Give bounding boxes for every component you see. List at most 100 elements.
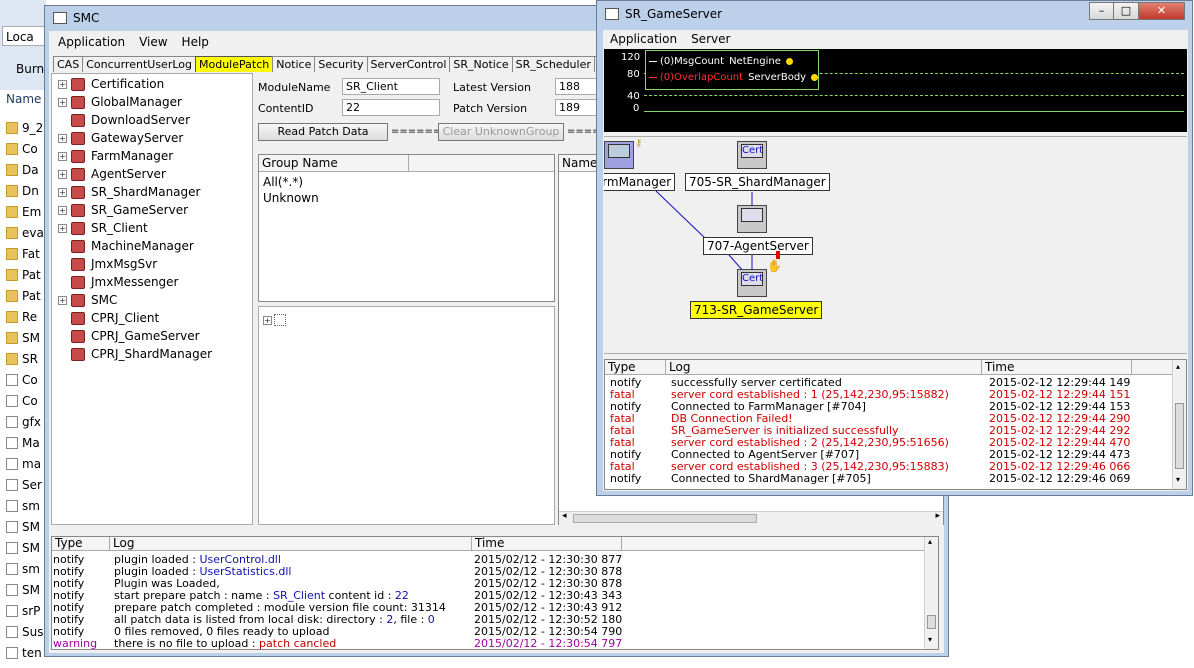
tab-modulepatch[interactable]: ModulePatch [195,56,274,72]
explorer-file-item[interactable]: gfx [6,411,46,432]
explorer-file-item[interactable]: Pat [6,264,46,285]
expand-icon[interactable]: + [58,79,67,89]
agent-computer-icon[interactable] [737,205,767,233]
tree-item[interactable]: + Certification [58,75,252,93]
tree-item[interactable]: CPRJ_ShardManager [58,345,252,363]
explorer-file-item[interactable]: sm [6,495,46,516]
name-header[interactable]: Name [559,155,599,171]
explorer-file-item[interactable]: Dn [6,180,46,201]
log-row[interactable]: fatal DB Connection Failed! 2015-02-12 12:… [605,413,1186,425]
expand-icon[interactable]: + [58,205,67,215]
scroll-down-icon[interactable]: ▾ [1176,475,1180,484]
explorer-file-item[interactable]: srP [6,600,46,621]
tree-item[interactable]: JmxMsgSvr [58,255,252,273]
latest-version-field[interactable]: 188 [555,78,599,95]
menu-application[interactable]: Application [603,32,684,46]
scroll-thumb[interactable] [573,514,757,523]
group-name-header[interactable]: Group Name [259,155,409,171]
tab-security[interactable]: Security [314,56,368,72]
log-row[interactable]: notify Connected to AgentServer [#707] 201… [605,449,1186,461]
expand-icon[interactable]: + [58,133,67,143]
explorer-file-item[interactable]: ten [6,642,46,663]
tree-item[interactable]: + SR_GameServer [58,201,252,219]
tree-item[interactable]: + SR_Client [58,219,252,237]
tree-item[interactable]: + AgentServer [58,165,252,183]
scroll-right-icon[interactable]: ▸ [935,511,940,521]
tree-item[interactable]: CPRJ_GameServer [58,327,252,345]
content-id-field[interactable]: 22 [342,99,440,116]
log-row[interactable]: fatal SR_GameServer is initialized succes… [605,425,1186,437]
explorer-file-item[interactable]: eva [6,222,46,243]
explorer-file-item[interactable]: Ma [6,432,46,453]
log-row[interactable]: fatal server cord established : 3 (25,142… [605,461,1186,473]
explorer-file-item[interactable]: Co [6,138,46,159]
expand-icon[interactable]: + [58,187,67,197]
group-row[interactable]: Unknown [263,190,550,206]
tree-item[interactable]: + GatewayServer [58,129,252,147]
group-row[interactable]: All(*.*) [263,174,550,190]
explorer-file-item[interactable]: 9_2 [6,117,46,138]
log-row[interactable]: fatal server cord established : 2 (25,142… [605,437,1186,449]
node-gameserver[interactable]: 713-SR_GameServer [690,301,823,319]
explorer-file-item[interactable]: Em [6,201,46,222]
read-patch-data-button[interactable]: Read Patch Data [258,123,388,141]
node-agentserver[interactable]: 707-AgentServer [703,237,813,255]
menu-application[interactable]: Application [51,35,132,49]
explorer-file-item[interactable]: Sus [6,621,46,642]
log-row[interactable]: notify Connected to ShardManager [#705] 20… [605,473,1186,485]
log-row[interactable]: notify prepare patch completed : module v… [52,602,938,614]
name-list-hscroll[interactable]: ◂ ▸ [559,511,943,525]
explorer-file-item[interactable]: SM [6,579,46,600]
expand-icon[interactable]: + [58,169,67,179]
menu-help[interactable]: Help [175,35,216,49]
log-time-header[interactable]: Time [472,537,622,550]
log-row[interactable]: notify 0 files removed, 0 files ready to … [52,626,938,638]
expand-icon[interactable]: + [58,223,67,233]
menu-view[interactable]: View [132,35,174,49]
log-row[interactable]: fatal server cord established : 1 (25,142… [605,389,1186,401]
scroll-up-icon[interactable]: ▴ [928,537,932,546]
smc-log-vscroll[interactable]: ▴ ▾ [924,537,938,649]
log-row[interactable]: notify start prepare patch : name : SR_Cl… [52,590,938,602]
expand-icon[interactable]: + [58,151,67,161]
tree-item[interactable]: + SR_ShardManager [58,183,252,201]
tab-sr-notice[interactable]: SR_Notice [449,56,513,72]
tree-item[interactable]: JmxMessenger [58,273,252,291]
explorer-file-item[interactable]: Re [6,306,46,327]
explorer-file-item[interactable]: SM [6,516,46,537]
explorer-file-item[interactable]: Co [6,390,46,411]
node-shardmanager[interactable]: 705-SR_ShardManager [685,173,830,191]
explorer-file-item[interactable]: SM [6,327,46,348]
explorer-file-item[interactable]: SM [6,537,46,558]
explorer-address-bar[interactable]: Loca [2,26,46,46]
log-type-header[interactable]: Type [52,537,110,550]
group-empty-header[interactable] [409,155,554,171]
tab-concurrentuserlog[interactable]: ConcurrentUserLog [82,56,196,72]
tree-item[interactable]: + GlobalManager [58,93,252,111]
node-farmmanager[interactable]: FarmManager [604,173,676,191]
explorer-file-item[interactable]: ma [6,453,46,474]
log-message-header[interactable]: Log [110,537,472,550]
game-computer-icon[interactable]: Cert [737,269,767,297]
scroll-thumb[interactable] [1175,403,1184,469]
explorer-file-item[interactable]: Co [6,369,46,390]
tab-notice[interactable]: Notice [272,56,316,72]
expand-icon[interactable]: + [263,315,272,325]
explorer-file-item[interactable]: SR [6,348,46,369]
tab-cas[interactable]: CAS [53,56,84,72]
explorer-name-header[interactable]: Name [6,92,41,106]
gameserver-log-vscroll[interactable]: ▴ ▾ [1172,360,1186,489]
scroll-up-icon[interactable]: ▴ [1176,362,1180,371]
tree-item[interactable]: + FarmManager [58,147,252,165]
clear-unknown-group-button[interactable]: Clear UnknownGroup [438,123,564,141]
log-row[interactable]: notify plugin loaded : UserControl.dll 201… [52,554,938,566]
explorer-file-item[interactable]: sm [6,558,46,579]
maximize-button[interactable]: □ [1113,2,1139,20]
tab-servercontrol[interactable]: ServerControl [366,56,451,72]
log-type-header[interactable]: Type [605,360,666,374]
scroll-thumb[interactable] [927,615,936,629]
explorer-file-item[interactable]: Pat [6,285,46,306]
close-button[interactable]: ✕ [1138,2,1185,20]
module-name-field[interactable]: SR_Client [342,78,440,95]
log-row[interactable]: warning there is no file to upload : patc… [52,638,938,650]
